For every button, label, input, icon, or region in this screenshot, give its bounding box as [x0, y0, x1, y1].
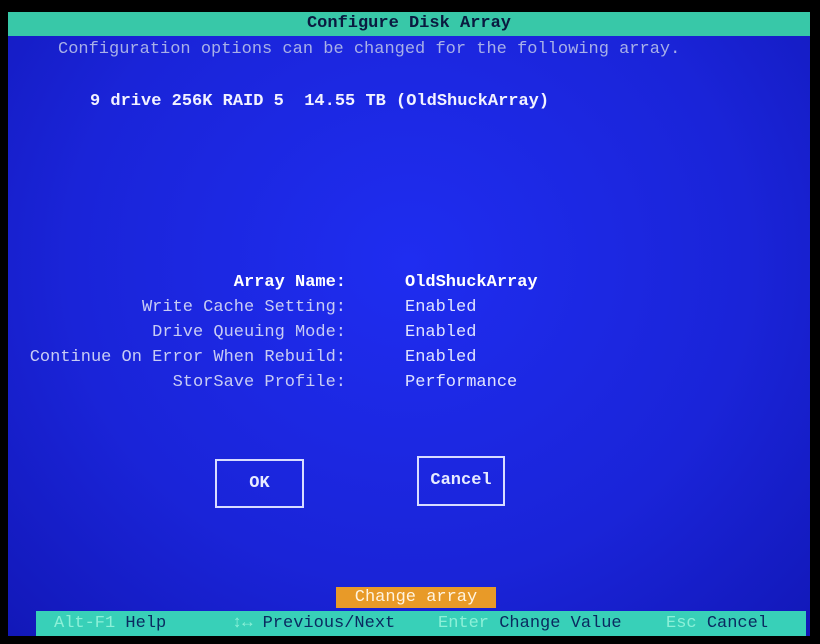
footer-enter: Enter Change Value: [438, 611, 622, 636]
bios-screen: Configure Disk Array Configuration optio…: [8, 12, 810, 636]
action-label: Change Value: [499, 614, 622, 633]
key-label: Alt-F1: [54, 614, 116, 633]
title-bar: Configure Disk Array: [8, 12, 810, 36]
ok-button[interactable]: OK: [215, 459, 304, 508]
field-value-storsave[interactable]: Performance: [405, 373, 517, 392]
action-label: Previous/Next: [262, 614, 396, 633]
field-label-storsave: StorSave Profile:: [172, 373, 346, 392]
footer-help: Alt-F1 Help: [54, 611, 166, 636]
footer-bar: Alt-F1 Help ↕↔ Previous/Next Enter Chang…: [36, 611, 806, 636]
field-value-drive-queuing[interactable]: Enabled: [405, 323, 476, 342]
key-label: Esc: [666, 614, 697, 633]
field-label-continue-on-error: Continue On Error When Rebuild:: [29, 348, 346, 367]
footer-esc: Esc Cancel: [666, 611, 768, 636]
field-value-continue-on-error[interactable]: Enabled: [405, 348, 476, 367]
key-label: Enter: [438, 614, 490, 633]
arrows-icon: ↕↔: [232, 614, 253, 633]
cancel-button[interactable]: Cancel: [417, 456, 505, 506]
field-value-write-cache[interactable]: Enabled: [405, 298, 476, 317]
subtitle: Configuration options can be changed for…: [58, 40, 681, 59]
array-summary: 9 drive 256K RAID 5 14.55 TB (OldShuckAr…: [90, 92, 550, 111]
field-label-drive-queuing: Drive Queuing Mode:: [152, 323, 346, 342]
field-label-write-cache: Write Cache Setting:: [141, 298, 346, 317]
action-label: Cancel: [706, 614, 769, 633]
action-label: Help: [125, 614, 167, 633]
field-label-array-name: Array Name:: [233, 273, 346, 292]
footer-navigate: ↕↔ Previous/Next: [232, 611, 395, 636]
status-hint: Change array name: [336, 587, 496, 628]
field-value-array-name[interactable]: OldShuckArray: [405, 273, 538, 292]
